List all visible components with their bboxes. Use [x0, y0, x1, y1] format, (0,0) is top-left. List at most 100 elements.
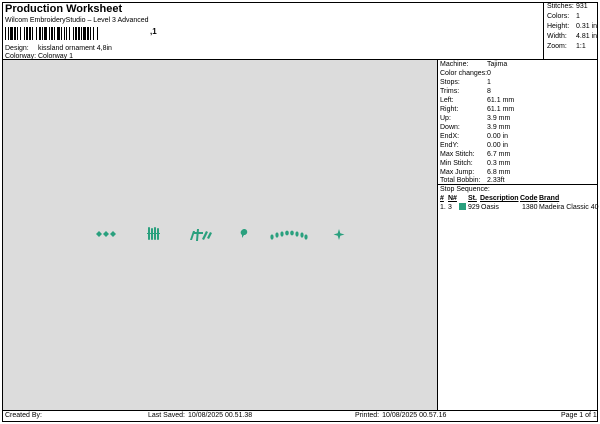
stat-height: Height: 0.31 in [547, 23, 597, 30]
barcode-bar [10, 27, 13, 40]
col-header-code: Code [520, 195, 538, 202]
prop-up: Up: 3.9 mm [440, 115, 510, 122]
design-canvas [3, 60, 438, 410]
barcode-bar [29, 27, 31, 40]
prop-value: 6.7 mm [487, 151, 511, 158]
barcode-bar [8, 27, 9, 40]
motif-comma [240, 229, 248, 238]
motif-arc [270, 230, 308, 240]
prop-value: 6.8 mm [487, 169, 511, 176]
barcode-bar [36, 27, 37, 40]
prop-label: Right: [440, 106, 459, 113]
col-header-description: Description [480, 195, 519, 202]
cell-stitches: 929 [468, 204, 480, 211]
footer-label: Last Saved: [148, 412, 185, 419]
prop-label: Max Stitch: [440, 151, 475, 158]
footer-value: 10/08/2025 00.51.38 [187, 412, 253, 419]
barcode-bar [61, 27, 62, 40]
cell-description: Oasis [481, 204, 499, 211]
barcode-bar [69, 27, 70, 40]
design-value: kissland ornament 4,8in [38, 45, 112, 52]
barcode-bar [42, 27, 43, 40]
prop-value: 2.33ft [487, 177, 505, 184]
prop-value: 0.3 mm [487, 160, 511, 167]
prop-value: 0.00 in [487, 142, 509, 149]
prop-label: Machine: [440, 61, 469, 68]
stat-colors: Colors: 1 [547, 13, 580, 20]
barcode-bar [78, 27, 80, 40]
stat-value: 0.31 in [576, 23, 598, 30]
col-header-num: # [440, 195, 444, 202]
prop-value: 0 [487, 70, 491, 77]
barcode-bar [20, 27, 21, 40]
stat-label: Colors: [547, 13, 570, 20]
motif-star [333, 229, 345, 240]
stats-box: Stitches: 931 Colors: 1 Height: 0.31 in Wid… [543, 2, 599, 59]
prop-label: Color changes: [440, 70, 488, 77]
cell-code: 1380 [522, 204, 538, 211]
barcode-bar [24, 27, 25, 40]
motif-diamonds [96, 231, 116, 237]
embroidery-design [96, 227, 345, 241]
prop-max-jump: Max Jump: 6.8 mm [440, 169, 510, 176]
prop-value: 8 [487, 88, 491, 95]
footer-value: 10/08/2025 00.57.16 [382, 412, 447, 419]
barcode-bar [90, 27, 91, 40]
prop-endx: EndX: 0.00 in [440, 133, 508, 140]
prop-value: 0.00 in [487, 133, 509, 140]
stat-zoom: Zoom: 1:1 [547, 43, 586, 50]
stat-value: 931 [576, 3, 588, 10]
prop-total-bobbin: Total Bobbin: 2.33ft [440, 177, 505, 184]
stat-value: 1 [576, 13, 580, 20]
prop-value: 3.9 mm [487, 124, 511, 131]
barcode-bar [49, 27, 50, 40]
footer-label: Printed: [355, 412, 380, 419]
prop-value: 61.1 mm [487, 97, 515, 104]
barcode-bar [64, 27, 65, 40]
page-title: Production Worksheet [5, 3, 123, 15]
prop-endy: EndY: 0.00 in [440, 142, 508, 149]
barcode-bar [51, 27, 53, 40]
prop-down: Down: 3.9 mm [440, 124, 510, 131]
barcode-bar [81, 27, 82, 40]
barcode-bar [93, 27, 94, 40]
stat-value: 1:1 [576, 43, 586, 50]
prop-label: Trims: [440, 88, 460, 95]
cell-num: 1. [440, 204, 446, 211]
barcode-bar [44, 27, 47, 40]
cell-brand: Madeira Classic 40 [539, 204, 599, 211]
prop-label: Total Bobbin: [440, 177, 481, 184]
footer-created-by: Created By: [5, 412, 45, 419]
barcode-bar [83, 27, 86, 40]
motif-sticks [147, 227, 160, 240]
motif-script [190, 229, 212, 241]
col-header-needle: N# [448, 195, 457, 202]
properties-panel: Machine: Tajima Color changes:0 Stops: 1 T… [438, 60, 599, 410]
barcode-bar [14, 27, 16, 40]
barcode-bar [87, 27, 89, 40]
prop-stops: Stops: 1 [440, 79, 491, 86]
stat-label: Stitches: [547, 3, 574, 10]
footer-printed: Printed: 10/08/2025 00.57.16 [355, 412, 446, 419]
footer-label: Created By: [5, 412, 42, 419]
prop-value: 1 [487, 79, 491, 86]
col-header-stitches: St. [468, 195, 477, 202]
barcode-suffix: ,1 [150, 27, 157, 36]
prop-label: Min Stitch: [440, 160, 473, 167]
prop-value: 3.9 mm [487, 115, 511, 122]
prop-label: Left: [440, 97, 454, 104]
color-swatch [459, 203, 466, 210]
prop-machine: Machine: Tajima [440, 61, 507, 68]
stat-label: Zoom: [547, 43, 567, 50]
barcode-bar [73, 27, 74, 40]
prop-left: Left: 61.1 mm [440, 97, 514, 104]
barcode-bar [26, 27, 28, 40]
stop-sequence-divider [438, 184, 597, 185]
prop-right: Right: 61.1 mm [440, 106, 514, 113]
prop-label: Max Jump: [440, 169, 475, 176]
stat-label: Width: [547, 33, 567, 40]
stat-value: 4.81 in [576, 33, 598, 40]
stat-label: Height: [547, 23, 570, 30]
prop-value: Tajima [487, 61, 508, 68]
cell-needle: 3 [448, 204, 452, 211]
